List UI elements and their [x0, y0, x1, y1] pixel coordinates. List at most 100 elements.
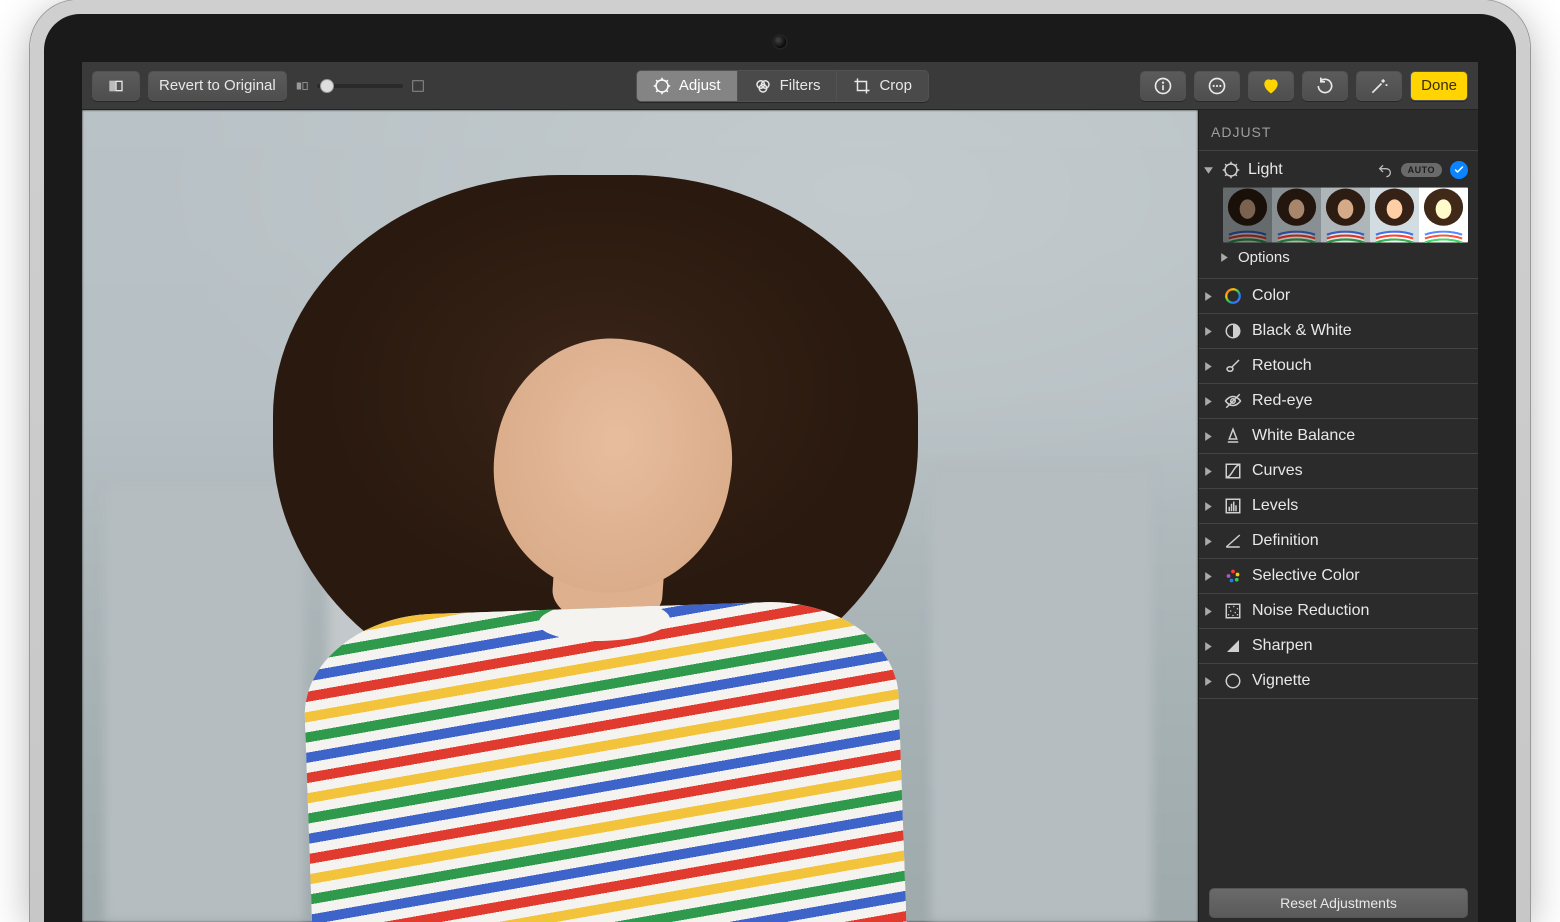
adjustment-levels[interactable]: Levels [1199, 489, 1478, 524]
zoom-out-icon [295, 79, 309, 93]
laptop-bezel: Revert to Original Adjust [44, 14, 1516, 922]
wand-icon [1369, 76, 1389, 96]
more-icon [1207, 76, 1227, 96]
light-label: Light [1248, 161, 1369, 179]
rotate-button[interactable] [1302, 71, 1348, 101]
levels-icon [1224, 497, 1242, 515]
chevron-right-icon [1203, 641, 1214, 652]
light-thumbnail-strip[interactable] [1223, 187, 1468, 243]
compare-original-button[interactable] [92, 71, 140, 101]
red-eye-icon [1224, 392, 1242, 410]
chevron-right-icon [1203, 396, 1214, 407]
adjustment-label: Levels [1252, 497, 1468, 515]
adjust-icon [653, 77, 671, 95]
adjustment-definition[interactable]: Definition [1199, 524, 1478, 559]
light-options-row[interactable]: Options [1219, 249, 1468, 266]
sharpen-icon [1224, 637, 1242, 655]
adjustment-list: Color Black & White Retouch Red-eye White Ba… [1199, 279, 1478, 876]
info-button[interactable] [1140, 71, 1186, 101]
adjustment-selective-color[interactable]: Selective Color [1199, 559, 1478, 594]
color-icon [1224, 287, 1242, 305]
chevron-right-icon [1203, 676, 1214, 687]
revert-button[interactable]: Revert to Original [148, 71, 287, 101]
chevron-right-icon [1203, 431, 1214, 442]
adjustment-label: Vignette [1252, 672, 1468, 690]
adjustment-label: Curves [1252, 462, 1468, 480]
zoom-slider[interactable] [295, 79, 425, 93]
auto-enhance-button[interactable] [1356, 71, 1402, 101]
selective-color-icon [1224, 567, 1242, 585]
tab-crop-label: Crop [879, 77, 912, 94]
light-thumb-1[interactable] [1223, 187, 1272, 243]
enabled-checkmark[interactable] [1450, 161, 1468, 179]
light-thumb-5[interactable] [1419, 187, 1468, 243]
rotate-icon [1315, 76, 1335, 96]
chevron-right-icon [1203, 361, 1214, 372]
light-thumb-2[interactable] [1272, 187, 1321, 243]
tab-adjust[interactable]: Adjust [637, 71, 738, 101]
light-thumb-3[interactable] [1321, 187, 1370, 243]
done-button[interactable]: Done [1410, 71, 1468, 101]
heart-icon [1261, 76, 1281, 96]
light-options-label: Options [1238, 249, 1290, 266]
adjustment-label: Black & White [1252, 322, 1468, 340]
laptop-frame: Revert to Original Adjust [30, 0, 1530, 922]
adjust-sidebar: ADJUST Light AUTO [1198, 110, 1478, 922]
chevron-right-icon [1203, 291, 1214, 302]
zoom-track[interactable] [317, 84, 403, 88]
adjustment-black-white[interactable]: Black & White [1199, 314, 1478, 349]
adjustment-label: Selective Color [1252, 567, 1468, 585]
adjustment-vignette[interactable]: Vignette [1199, 664, 1478, 699]
adjustment-color[interactable]: Color [1199, 279, 1478, 314]
reset-adjustments-button[interactable]: Reset Adjustments [1209, 888, 1468, 918]
compare-icon [105, 78, 127, 94]
info-icon [1153, 76, 1173, 96]
adjustment-light: Light AUTO [1199, 151, 1478, 279]
adjustment-label: White Balance [1252, 427, 1468, 445]
more-button[interactable] [1194, 71, 1240, 101]
black-white-icon [1224, 322, 1242, 340]
adjustment-white-balance[interactable]: White Balance [1199, 419, 1478, 454]
definition-icon [1224, 532, 1242, 550]
chevron-right-icon [1203, 466, 1214, 477]
chevron-right-icon [1203, 326, 1214, 337]
adjustment-label: Color [1252, 287, 1468, 305]
chevron-right-icon [1203, 606, 1214, 617]
adjustment-noise-reduction[interactable]: Noise Reduction [1199, 594, 1478, 629]
zoom-in-icon [411, 79, 425, 93]
light-thumb-4[interactable] [1370, 187, 1419, 243]
adjustment-retouch[interactable]: Retouch [1199, 349, 1478, 384]
undo-icon[interactable] [1377, 162, 1393, 178]
revert-label: Revert to Original [159, 77, 276, 94]
retouch-icon [1224, 357, 1242, 375]
adjustment-label: Definition [1252, 532, 1468, 550]
vignette-icon [1224, 672, 1242, 690]
tab-filters-label: Filters [780, 77, 821, 94]
adjustment-red-eye[interactable]: Red-eye [1199, 384, 1478, 419]
adjustment-label: Sharpen [1252, 637, 1468, 655]
chevron-down-icon[interactable] [1203, 165, 1214, 176]
chevron-right-icon [1219, 252, 1230, 263]
photo-preview [82, 110, 1198, 922]
adjustment-label: Retouch [1252, 357, 1468, 375]
app-screen: Revert to Original Adjust [82, 62, 1478, 922]
mode-segmented-control: Adjust Filters Crop [636, 70, 929, 102]
light-icon [1222, 161, 1240, 179]
adjustment-label: Noise Reduction [1252, 602, 1468, 620]
check-icon [1453, 164, 1465, 176]
filters-icon [754, 77, 772, 95]
zoom-thumb[interactable] [320, 79, 334, 93]
tab-adjust-label: Adjust [679, 77, 721, 94]
favorite-button[interactable] [1248, 71, 1294, 101]
auto-button[interactable]: AUTO [1401, 163, 1442, 177]
toolbar: Revert to Original Adjust [82, 62, 1478, 110]
done-label: Done [1421, 77, 1457, 94]
tab-crop[interactable]: Crop [837, 71, 928, 101]
chevron-right-icon [1203, 571, 1214, 582]
chevron-right-icon [1203, 536, 1214, 547]
adjustment-curves[interactable]: Curves [1199, 454, 1478, 489]
camera-dot [774, 36, 786, 48]
adjustment-sharpen[interactable]: Sharpen [1199, 629, 1478, 664]
photo-canvas[interactable] [82, 110, 1198, 922]
tab-filters[interactable]: Filters [738, 71, 838, 101]
